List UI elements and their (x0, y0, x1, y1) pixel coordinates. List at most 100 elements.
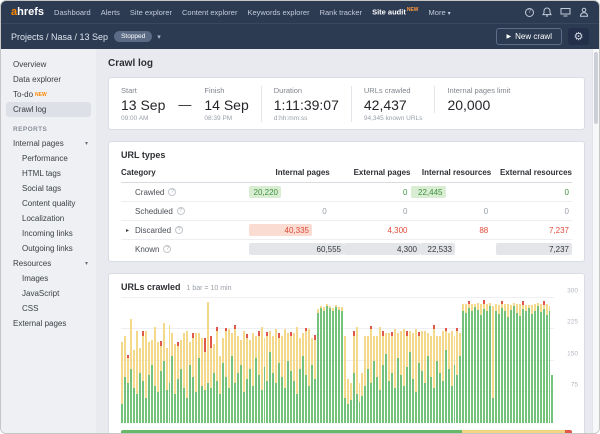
chart-bar (451, 331, 453, 423)
chart-bar (290, 332, 292, 423)
segment-y (207, 302, 209, 383)
chart-bar (269, 331, 271, 423)
nav-item-content-explorer[interactable]: Content explorer (182, 8, 237, 17)
segment-g (409, 352, 411, 423)
segment-g (528, 308, 530, 423)
sidebar-item-overview[interactable]: Overview (1, 57, 96, 72)
new-crawl-button[interactable]: ▶ New crawl (496, 28, 562, 45)
user-icon[interactable] (579, 7, 589, 17)
sidebar-item-html-tags[interactable]: HTML tags (1, 166, 96, 181)
segment-g (323, 311, 325, 424)
sidebar-item-localization[interactable]: Localization (1, 211, 96, 226)
sidebar-item-content-quality[interactable]: Content quality (1, 196, 96, 211)
stat-start: Start 13 Sep 09:00 AM (121, 86, 177, 122)
settings-button[interactable]: ⚙ (568, 28, 589, 45)
nav-item-more[interactable]: More▾ (429, 8, 451, 17)
chart-bar (198, 333, 200, 423)
chart-bar (326, 304, 328, 423)
nav-item-alerts[interactable]: Alerts (101, 8, 120, 17)
sidebar-item-outgoing-links[interactable]: Outgoing links (1, 241, 96, 256)
chart-bar (353, 331, 355, 423)
segment-y (364, 336, 366, 386)
chart-bar (439, 336, 441, 424)
segment-y (356, 327, 358, 394)
desktop-icon[interactable] (560, 7, 571, 17)
stat-sub: d:hh:mm:ss (274, 115, 339, 122)
nav-item-dashboard[interactable]: Dashboard (54, 8, 91, 17)
segment-y (347, 379, 349, 404)
chevron-down-icon[interactable]: ▾ (85, 140, 88, 147)
segment-g (498, 314, 500, 423)
nav-item-rank-tracker[interactable]: Rank tracker (320, 8, 363, 17)
segment-g (174, 394, 176, 423)
sidebar-item-to-do[interactable]: To-doNEW (1, 87, 96, 102)
value-cell: 20,220 (249, 186, 330, 198)
chevron-down-icon[interactable]: ▾ (85, 260, 88, 267)
sidebar-item-resources[interactable]: Resources▾ (1, 256, 96, 271)
category-cell[interactable]: Scheduled? (121, 207, 249, 216)
nav-item-site-explorer[interactable]: Site explorer (130, 8, 172, 17)
chart-bar (442, 331, 444, 423)
nav-item-keywords-explorer[interactable]: Keywords explorer (247, 8, 309, 17)
sidebar-item-external-pages[interactable]: External pages (1, 316, 96, 331)
info-icon[interactable]: ? (168, 188, 176, 196)
value-pill: 4,300 (384, 224, 410, 236)
stat-label: Start (121, 86, 165, 95)
category-cell[interactable]: Known? (121, 245, 249, 254)
sidebar-item-data-explorer[interactable]: Data explorer (1, 72, 96, 87)
breadcrumb[interactable]: Projects / Nasa / 13 Sep (11, 32, 108, 42)
ahrefs-logo[interactable]: ahrefs (11, 6, 44, 18)
segment-y (486, 304, 488, 312)
segment-g (397, 358, 399, 423)
segment-y (311, 338, 313, 365)
info-icon[interactable]: ? (177, 207, 185, 215)
segment-y (177, 346, 179, 379)
chart-bar (359, 383, 361, 423)
scrollbar-thumb[interactable] (594, 52, 598, 124)
chart-bar (311, 338, 313, 423)
sidebar-item-crawl-log[interactable]: Crawl log (6, 102, 91, 117)
value-cell: 7,237 (491, 224, 572, 236)
sidebar-item-incoming-links[interactable]: Incoming links (1, 226, 96, 241)
info-icon[interactable]: ? (163, 245, 171, 253)
nav-item-site-audit[interactable]: Site auditNEW (372, 7, 418, 17)
chart-bar (210, 336, 212, 423)
chevron-down-icon[interactable]: ▾ (157, 33, 161, 41)
value-pill: 60,555 (249, 243, 344, 255)
chart-bar (356, 327, 358, 423)
sidebar-item-performance[interactable]: Performance (1, 151, 96, 166)
segment-g (477, 310, 479, 423)
category-cell[interactable]: Crawled? (121, 188, 249, 197)
info-icon[interactable]: ? (175, 226, 183, 234)
sidebar-item-social-tags[interactable]: Social tags (1, 181, 96, 196)
segment-g (361, 396, 363, 423)
segment-g (180, 369, 182, 423)
sidebar-item-javascript[interactable]: JavaScript (1, 286, 96, 301)
value-cell: 60,555 (249, 243, 344, 255)
segment-y (379, 327, 381, 390)
chart-bar (127, 355, 129, 423)
segment-y (456, 331, 458, 375)
expand-icon[interactable]: ▸ (126, 227, 135, 234)
category-cell[interactable]: ▸Discarded? (121, 226, 249, 235)
segment-y (278, 338, 280, 363)
chart-bar (284, 329, 286, 423)
sidebar-item-css[interactable]: CSS (1, 301, 96, 316)
segment-g (356, 394, 358, 423)
sidebar: OverviewData explorerTo-doNEWCrawl logRE… (1, 49, 96, 434)
chart-bar (213, 344, 215, 423)
segment-g (151, 365, 153, 423)
chevron-down-icon: ▾ (448, 11, 451, 17)
scrollbar[interactable] (592, 49, 599, 434)
segment-y (124, 336, 126, 378)
value-cell: 22,445 (411, 186, 492, 198)
help-icon[interactable]: ? (525, 8, 534, 17)
segment-g (171, 356, 173, 423)
chart-bar (121, 342, 123, 423)
chart-bar (456, 328, 458, 423)
sidebar-item-images[interactable]: Images (1, 271, 96, 286)
notifications-icon[interactable] (542, 7, 552, 17)
sidebar-item-internal-pages[interactable]: Internal pages▾ (1, 136, 96, 151)
chart-bar (525, 305, 527, 423)
segment-y (160, 346, 162, 371)
